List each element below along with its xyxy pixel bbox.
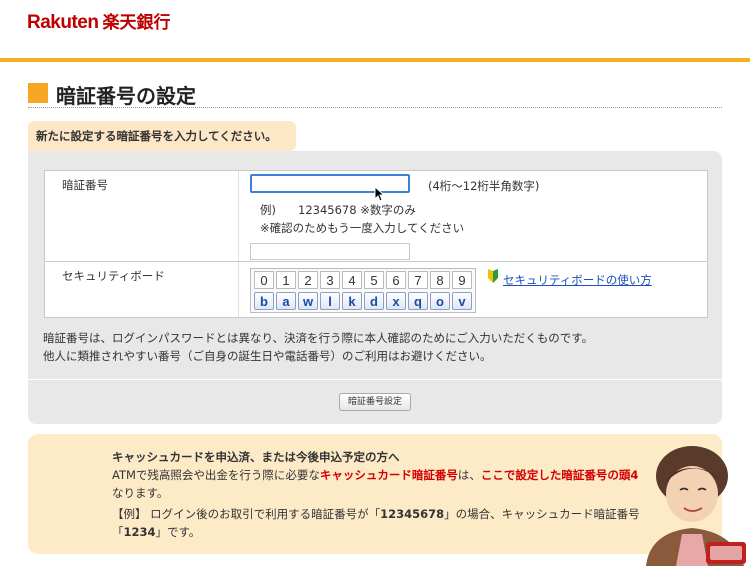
info-text: は、 xyxy=(457,468,481,482)
pin-confirm-input[interactable] xyxy=(250,243,410,260)
security-key-digit[interactable]: 8 xyxy=(430,271,450,289)
info-heading: キャッシュカードを申込済、または今後申込予定の方へ xyxy=(112,450,400,464)
info-text: 」の場合、キャッシュカード暗証番号 xyxy=(444,507,640,521)
cash-card-info-box: キャッシュカードを申込済、または今後申込予定の方へ ATMで残高照会や出金を行う… xyxy=(28,434,722,554)
info-text: 「 xyxy=(112,525,124,539)
security-key-letter[interactable]: d xyxy=(364,292,384,310)
info-text: ATMで残高照会や出金を行う際に必要な xyxy=(112,468,320,482)
security-key-digit[interactable]: 3 xyxy=(320,271,340,289)
security-key-letter[interactable]: k xyxy=(342,292,362,310)
info-line: 【例】 ログイン後のお取引で利用する暗証番号が「12345678」の場合、キャッ… xyxy=(112,506,640,522)
pin-label: 暗証番号 xyxy=(62,178,108,192)
security-key-letter[interactable]: a xyxy=(276,292,296,310)
logo-text-en: Rakuten xyxy=(27,12,99,33)
info-text: 」です。 xyxy=(155,525,201,539)
security-board-help-link[interactable]: セキュリティボードの使い方 xyxy=(503,272,652,288)
info-bold: 1234 xyxy=(123,525,156,539)
security-key-digit[interactable]: 7 xyxy=(408,271,428,289)
security-key-letter[interactable]: w xyxy=(298,292,318,310)
info-text: 【例】 ログイン後のお取引で利用する暗証番号が「 xyxy=(112,507,381,521)
rakuten-bank-logo[interactable]: Rakuten 楽天銀行 xyxy=(27,8,170,34)
info-line: ATMで残高照会や出金を行う際に必要なキャッシュカード暗証番号は、ここで設定した… xyxy=(112,467,638,483)
info-line: 「1234」です。 xyxy=(112,524,200,540)
column-divider xyxy=(238,171,239,317)
instruction-bubble: 新たに設定する暗証番号を入力してください。 xyxy=(28,121,296,151)
security-board-label: セキュリティボード xyxy=(62,269,165,283)
security-key-digit[interactable]: 1 xyxy=(276,271,296,289)
beginner-mark-icon xyxy=(488,269,498,283)
pin-constraint: (4桁〜12桁半角数字) xyxy=(428,179,540,193)
pin-input[interactable] xyxy=(250,174,410,193)
title-square-icon xyxy=(28,83,48,103)
security-key-letter[interactable]: l xyxy=(320,292,340,310)
pin-confirm-hint: ※確認のためもう一度入力してください xyxy=(260,221,465,235)
site-header: Rakuten 楽天銀行 xyxy=(0,0,750,62)
security-key-digit[interactable]: 9 xyxy=(452,271,472,289)
panel-divider xyxy=(28,379,722,380)
mascot-illustration xyxy=(646,446,746,566)
security-key-digit[interactable]: 0 xyxy=(254,271,274,289)
page-title: 暗証番号の設定 xyxy=(56,84,196,108)
security-key-digit[interactable]: 5 xyxy=(364,271,384,289)
security-key-letter[interactable]: x xyxy=(386,292,406,310)
logo-text-jp: 楽天銀行 xyxy=(102,13,171,33)
info-bold: 12345678 xyxy=(380,507,445,521)
info-line: なります。 xyxy=(112,486,169,500)
note-line: 暗証番号は、ログインパスワードとは異なり、決済を行う際に本人確認のためにご入力い… xyxy=(43,331,594,345)
security-key-letter[interactable]: q xyxy=(408,292,428,310)
note-line: 他人に類推されやすい番号（ご自身の誕生日や電話番号）のご利用はお避けください。 xyxy=(43,349,492,363)
security-key-digit[interactable]: 2 xyxy=(298,271,318,289)
security-key-letter[interactable]: o xyxy=(430,292,450,310)
security-board: 0 1 2 3 4 5 6 7 8 9 b a w l k d x q o v xyxy=(250,268,476,313)
security-key-digit[interactable]: 4 xyxy=(342,271,362,289)
mouse-cursor-icon xyxy=(374,186,386,202)
pin-example-value: 12345678 ※数字のみ xyxy=(298,203,416,217)
security-key-letter[interactable]: v xyxy=(452,292,472,310)
page-title-bar: 暗証番号の設定 xyxy=(28,80,722,108)
pin-example-label: 例) xyxy=(260,203,276,217)
info-highlight: ここで設定した暗証番号の頭4 xyxy=(480,468,639,482)
row-divider xyxy=(45,261,707,262)
info-highlight: キャッシュカード暗証番号 xyxy=(319,468,458,482)
set-pin-button[interactable]: 暗証番号設定 xyxy=(339,393,411,411)
security-key-letter[interactable]: b xyxy=(254,292,274,310)
security-key-digit[interactable]: 6 xyxy=(386,271,406,289)
